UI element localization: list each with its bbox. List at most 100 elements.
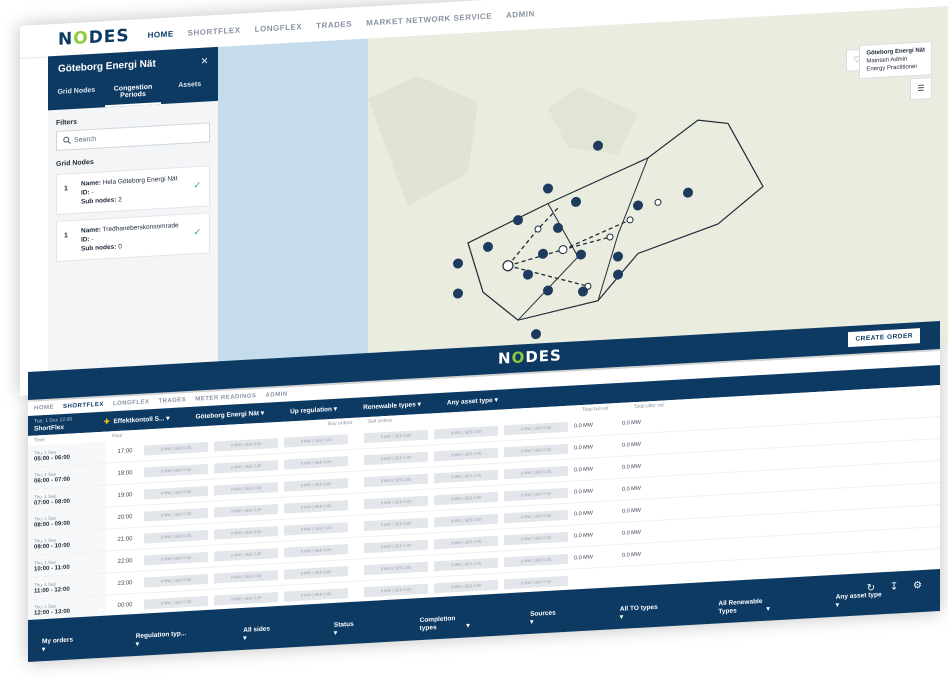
bottom-filter-6[interactable]: All TO types ▾ [620,602,691,621]
bottom-filter-1[interactable]: Regulation typ... ▾ [136,629,216,648]
ask-cell[interactable]: 0 MW | SEK 0.00 [504,575,568,589]
bid-cell[interactable]: 0 MW | SEK 0.00 [144,551,208,566]
ask-cell[interactable]: 0 MW | SEK 0.00 [364,429,428,443]
settings-icon[interactable]: ⚙ [913,580,922,592]
bid-cell[interactable]: 0 MW | SEK 0.00 [144,463,208,478]
bid-cell[interactable]: 0 MW | SEK 0.00 [214,525,278,540]
brand-logo[interactable]: NODES [58,26,130,50]
close-icon[interactable]: × [201,53,208,67]
refresh-icon[interactable]: ↻ [867,583,875,594]
bid-cell[interactable]: 0 MW | SEK 0.00 [214,481,278,496]
nav-shortflex[interactable]: SHORTFLEX [188,25,241,37]
bid-cell[interactable]: 0 MW | SEK 0.00 [214,503,278,518]
bottom-filter-2[interactable]: All sides ▾ [243,623,306,641]
nav-longflex[interactable]: LONGFLEX [113,399,150,407]
bottom-filter-7[interactable]: All Renewable Types ▾ [718,595,807,615]
filter-regulation[interactable]: Up regulation ▾ [290,405,337,416]
bid-cell[interactable]: 0 MW | SEK 0.00 [214,569,278,584]
nav-home[interactable]: HOME [148,29,174,39]
offer-volume: 0.0 MW [622,485,641,493]
grid-node-card[interactable]: 1 Name: Hela Göteborg Energi Nät ID: - S… [56,165,210,215]
grid-node-card[interactable]: 1 Name: Tredhaneberskonsomrade ID: - Sub… [56,212,210,262]
bottom-filter-5[interactable]: Sources ▾ [530,607,592,625]
nav-trades[interactable]: TRADES [316,19,352,30]
bid-cell[interactable]: 0 MW | SEK 0.00 [284,477,348,492]
filter-grid-owner[interactable]: Göteborg Energi Nät ▾ [195,409,264,421]
bid-cell[interactable]: 0 MW | SEK 0.00 [284,433,348,448]
bottom-filter-3[interactable]: Status ▾ [334,619,392,637]
ask-cell[interactable]: 0 MW | SEK 0.00 [434,579,498,593]
nav-admin[interactable]: ADMIN [506,9,535,20]
ask-cell[interactable]: 0 MW | SEK 0.00 [364,473,428,487]
search-input[interactable]: Search [56,122,210,151]
account-card[interactable]: Göteborg Energi Nät Maintain Admin Energ… [859,41,932,80]
bid-cell[interactable]: 0 MW | SEK 0.00 [284,565,348,580]
hub-node[interactable] [502,260,514,272]
col-time[interactable]: Time [34,437,45,444]
ask-cell[interactable]: 0 MW | SEK 0.00 [434,535,498,549]
filter-area[interactable]: ✚ Effektkontoll S... ▾ [104,414,169,426]
ask-cell[interactable]: 0 MW | SEK 0.00 [364,451,428,465]
shortflex-screen: NODES CREATE ORDER HOME SHORTFLEX LONGFL… [28,321,940,662]
ask-cell[interactable]: 0 MW | SEK 0.00 [504,443,568,457]
nav-trades[interactable]: TRADES [159,397,187,405]
ask-cell[interactable]: 0 MW | SEK 0.00 [504,553,568,567]
bid-cell[interactable]: 0 MW | SEK 0.00 [214,459,278,474]
nav-home[interactable]: HOME [34,405,54,412]
nav-meter-readings[interactable]: METER READINGS [195,393,256,402]
ask-cell[interactable]: 0 MW | SEK 0.00 [364,517,428,531]
ask-cell[interactable]: 0 MW | SEK 0.00 [364,561,428,575]
ask-cell[interactable]: 0 MW | SEK 0.00 [434,513,498,527]
create-order-button[interactable]: CREATE ORDER [848,328,920,348]
bid-cell[interactable]: 0 MW | SEK 0.00 [214,437,278,452]
ask-cell[interactable]: 0 MW | SEK 0.00 [504,509,568,523]
brand-logo[interactable]: NODES [498,346,562,368]
bottom-filter-0[interactable]: My orders ▾ [42,635,108,653]
nav-shortflex[interactable]: SHORTFLEX [63,402,104,410]
filter-asset-type[interactable]: Any asset type ▾ [447,396,498,407]
ask-cell[interactable]: 0 MW | SEK 0.00 [434,447,498,461]
filter-renewable[interactable]: Renewable types ▾ [363,400,421,411]
bid-cell[interactable]: 0 MW | SEK 0.00 [144,441,208,456]
map-markers[interactable] [453,135,693,343]
bid-cell[interactable]: 0 MW | SEK 0.00 [284,543,348,558]
ask-cell[interactable]: 0 MW | SEK 0.00 [434,425,498,439]
ask-cell[interactable]: 0 MW | SEK 0.00 [364,495,428,509]
bid-cell[interactable]: 0 MW | SEK 0.00 [284,455,348,470]
ask-cell[interactable]: 0 MW | SEK 0.00 [364,539,428,553]
tab-grid-nodes[interactable]: Grid Nodes [48,81,105,110]
ask-cell[interactable]: 0 MW | SEK 0.00 [504,465,568,479]
ask-cell[interactable]: 0 MW | SEK 0.00 [504,531,568,545]
tab-congestion-periods[interactable]: Congestion Periods [104,78,162,108]
download-icon[interactable]: ↧ [890,581,898,592]
bid-cell[interactable]: 0 MW | SEK 0.00 [144,529,208,544]
ask-cell[interactable]: 0 MW | SEK 0.00 [364,583,428,597]
ask-cell[interactable]: 0 MW | SEK 0.00 [504,487,568,501]
ask-cell[interactable]: 0 MW | SEK 0.00 [434,557,498,571]
node-sub-label: Sub nodes: [81,196,117,206]
bid-cell[interactable]: 0 MW | SEK 0.00 [144,573,208,588]
nav-longflex[interactable]: LONGFLEX [255,22,303,34]
bid-cell[interactable]: 0 MW | SEK 0.00 [284,587,348,602]
bid-cell[interactable]: 0 MW | SEK 0.00 [144,507,208,522]
bid-cell[interactable]: 0 MW | SEK 0.00 [284,499,348,514]
bid-cell[interactable]: 0 MW | SEK 0.00 [144,485,208,500]
ask-cell[interactable]: 0 MW | SEK 0.00 [434,491,498,505]
ask-cell[interactable]: 0 MW | SEK 0.00 [434,469,498,483]
node-id: - [91,188,94,197]
bottom-filter-4[interactable]: Completion types ▾ [420,612,502,632]
bid-cell[interactable]: 0 MW | SEK 0.00 [284,521,348,536]
tab-assets[interactable]: Assets [161,75,218,104]
flag-icon: ✚ [104,418,110,426]
nav-market-network-service[interactable]: MARKET NETWORK SERVICE [366,11,492,27]
bid-cell[interactable]: 0 MW | SEK 0.00 [214,547,278,562]
row-time: Thu, 1 Sep 09:00 - 10:00 [28,529,106,555]
bid-cell[interactable]: 0 MW | SEK 0.00 [214,591,278,606]
ask-cell[interactable]: 0 MW | SEK 0.00 [504,421,568,435]
offer-volume: 0.0 MW [622,507,641,515]
nav-admin[interactable]: ADMIN [266,391,288,398]
bid-volume: 0.0 MW [574,487,593,495]
layers-icon[interactable]: ☰ [910,77,932,101]
bid-cell[interactable]: 0 MW | SEK 0.00 [144,595,208,610]
row-hour: 18:00 [117,469,133,477]
